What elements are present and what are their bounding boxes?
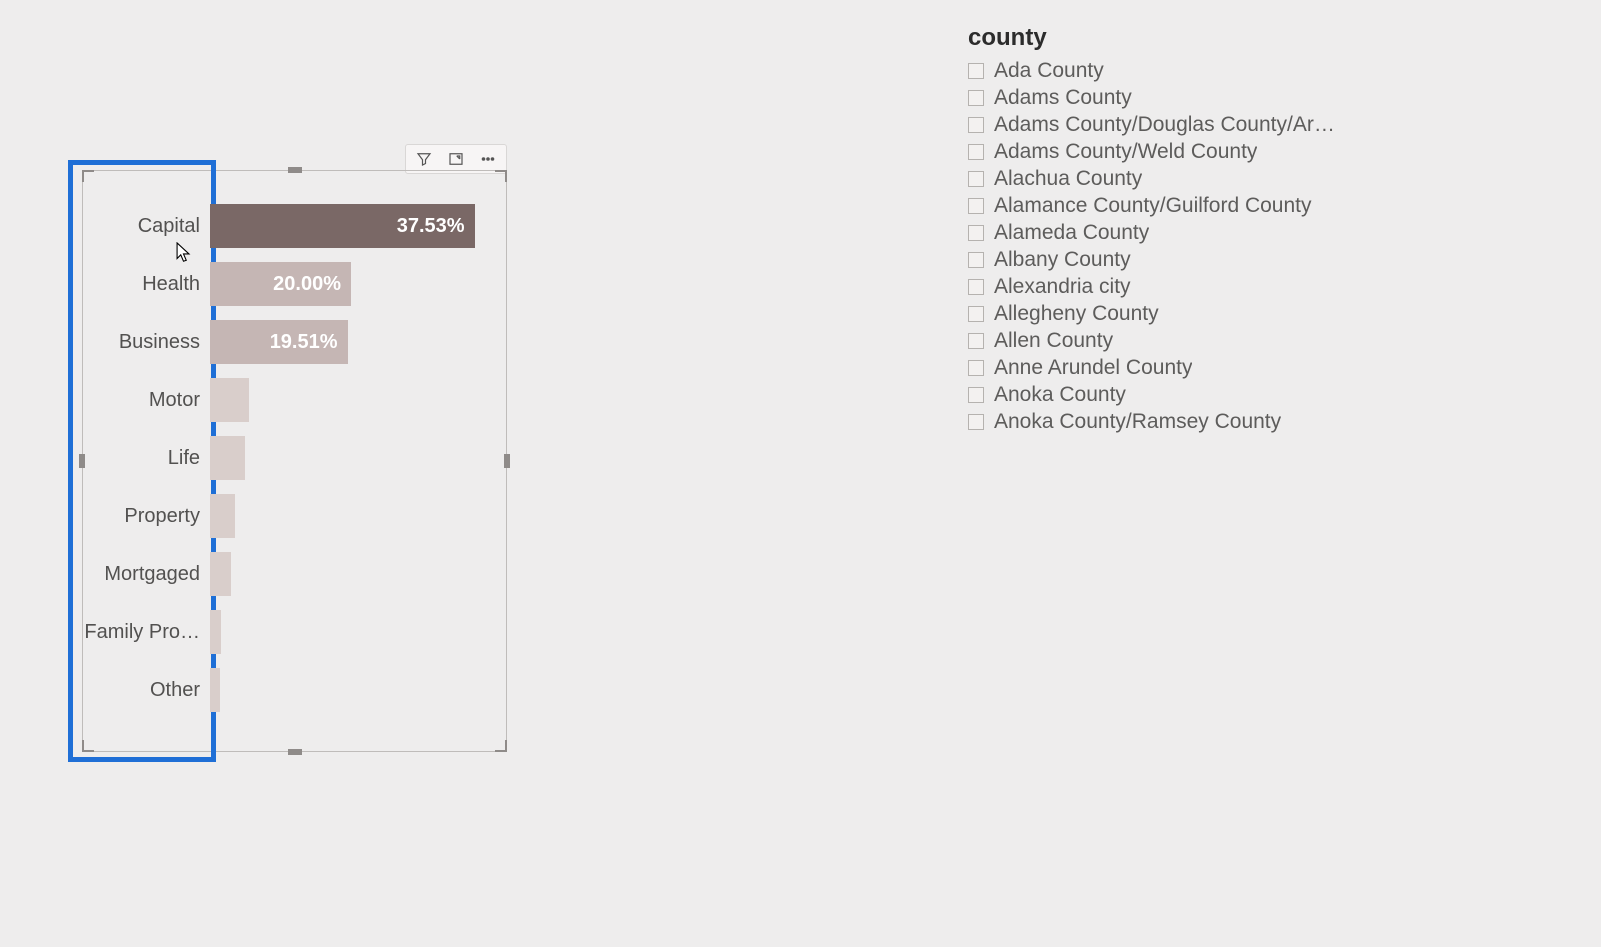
- category-label: Life: [82, 447, 200, 470]
- visual-toolbar: [405, 144, 507, 174]
- category-label: Business: [82, 331, 200, 354]
- focus-mode-icon: [447, 150, 465, 168]
- slicer-item-label: Anne Arundel County: [994, 356, 1192, 380]
- bar-row[interactable]: Business19.51%: [210, 320, 348, 364]
- bar-row[interactable]: Property: [210, 494, 235, 538]
- category-label: Property: [82, 505, 200, 528]
- bar-chart-visual[interactable]: Capital37.53%Health20.00%Business19.51%M…: [82, 170, 507, 752]
- slicer-item[interactable]: Albany County: [968, 247, 1363, 273]
- bar-row[interactable]: Motor: [210, 378, 249, 422]
- checkbox-icon[interactable]: [968, 171, 984, 187]
- bar[interactable]: [210, 552, 231, 596]
- slicer-item-label: Adams County/Douglas County/Arapahoe …: [994, 113, 1344, 137]
- checkbox-icon[interactable]: [968, 225, 984, 241]
- slicer-item-label: Adams County/Weld County: [994, 140, 1257, 164]
- slicer-item[interactable]: Anne Arundel County: [968, 355, 1363, 381]
- checkbox-icon[interactable]: [968, 117, 984, 133]
- category-label: Family Pro…: [82, 621, 200, 644]
- slicer-item[interactable]: Adams County/Douglas County/Arapahoe …: [968, 112, 1363, 138]
- checkbox-icon[interactable]: [968, 387, 984, 403]
- bar[interactable]: 19.51%: [210, 320, 348, 364]
- checkbox-icon[interactable]: [968, 306, 984, 322]
- checkbox-icon[interactable]: [968, 63, 984, 79]
- checkbox-icon[interactable]: [968, 252, 984, 268]
- category-label: Health: [82, 273, 200, 296]
- slicer-item[interactable]: Allen County: [968, 328, 1363, 354]
- county-slicer[interactable]: county Ada County Adams County Adams Count…: [968, 24, 1363, 434]
- bar[interactable]: [210, 610, 221, 654]
- slicer-item-label: Ada County: [994, 59, 1104, 83]
- checkbox-icon[interactable]: [968, 279, 984, 295]
- bar[interactable]: 20.00%: [210, 262, 351, 306]
- bar-row[interactable]: Other: [210, 668, 220, 712]
- bar-value-label: 37.53%: [397, 215, 465, 238]
- plot-area: Capital37.53% Health20.00% Business19.51% M…: [210, 204, 492, 718]
- slicer-title: county: [968, 24, 1363, 52]
- checkbox-icon[interactable]: [968, 144, 984, 160]
- bar-row[interactable]: Mortgaged: [210, 552, 231, 596]
- slicer-item-label: Alachua County: [994, 167, 1142, 191]
- more-options-button[interactable]: [474, 147, 502, 171]
- slicer-item[interactable]: Anoka County: [968, 382, 1363, 408]
- slicer-item-label: Alamance County/Guilford County: [994, 194, 1312, 218]
- slicer-item[interactable]: Alamance County/Guilford County: [968, 193, 1363, 219]
- category-label: Mortgaged: [82, 563, 200, 586]
- filter-button[interactable]: [410, 147, 438, 171]
- slicer-item[interactable]: Allegheny County: [968, 301, 1363, 327]
- slicer-item[interactable]: Adams County/Weld County: [968, 139, 1363, 165]
- bar-row[interactable]: Life: [210, 436, 245, 480]
- category-label: Motor: [82, 389, 200, 412]
- slicer-item-label: Allegheny County: [994, 302, 1159, 326]
- bar-row[interactable]: Health20.00%: [210, 262, 351, 306]
- bar-row[interactable]: Capital37.53%: [210, 204, 475, 248]
- slicer-item[interactable]: Alameda County: [968, 220, 1363, 246]
- bar[interactable]: [210, 668, 220, 712]
- slicer-item[interactable]: Anoka County/Ramsey County: [968, 409, 1363, 434]
- slicer-item-label: Alameda County: [994, 221, 1149, 245]
- slicer-item-label: Anoka County/Ramsey County: [994, 410, 1281, 434]
- slicer-item-label: Allen County: [994, 329, 1113, 353]
- slicer-item[interactable]: Alexandria city: [968, 274, 1363, 300]
- category-label: Capital: [82, 215, 200, 238]
- bar[interactable]: [210, 494, 235, 538]
- slicer-item-label: Anoka County: [994, 383, 1126, 407]
- checkbox-icon[interactable]: [968, 90, 984, 106]
- focus-mode-button[interactable]: [442, 147, 470, 171]
- checkbox-icon[interactable]: [968, 198, 984, 214]
- checkbox-icon[interactable]: [968, 360, 984, 376]
- slicer-item-label: Albany County: [994, 248, 1131, 272]
- bar[interactable]: 37.53%: [210, 204, 475, 248]
- bar-row[interactable]: Family Pro…: [210, 610, 221, 654]
- checkbox-icon[interactable]: [968, 414, 984, 430]
- category-label: Other: [82, 679, 200, 702]
- checkbox-icon[interactable]: [968, 333, 984, 349]
- slicer-item-label: Adams County: [994, 86, 1132, 110]
- filter-icon: [415, 150, 433, 168]
- bar[interactable]: [210, 378, 249, 422]
- bar[interactable]: [210, 436, 245, 480]
- slicer-item[interactable]: Ada County: [968, 58, 1363, 84]
- slicer-item[interactable]: Adams County: [968, 85, 1363, 111]
- bar-value-label: 19.51%: [270, 331, 338, 354]
- more-options-icon: [479, 150, 497, 168]
- bar-value-label: 20.00%: [273, 273, 341, 296]
- slicer-item-label: Alexandria city: [994, 275, 1131, 299]
- slicer-item[interactable]: Alachua County: [968, 166, 1363, 192]
- slicer-list: Ada County Adams County Adams County/Dougl…: [968, 58, 1363, 434]
